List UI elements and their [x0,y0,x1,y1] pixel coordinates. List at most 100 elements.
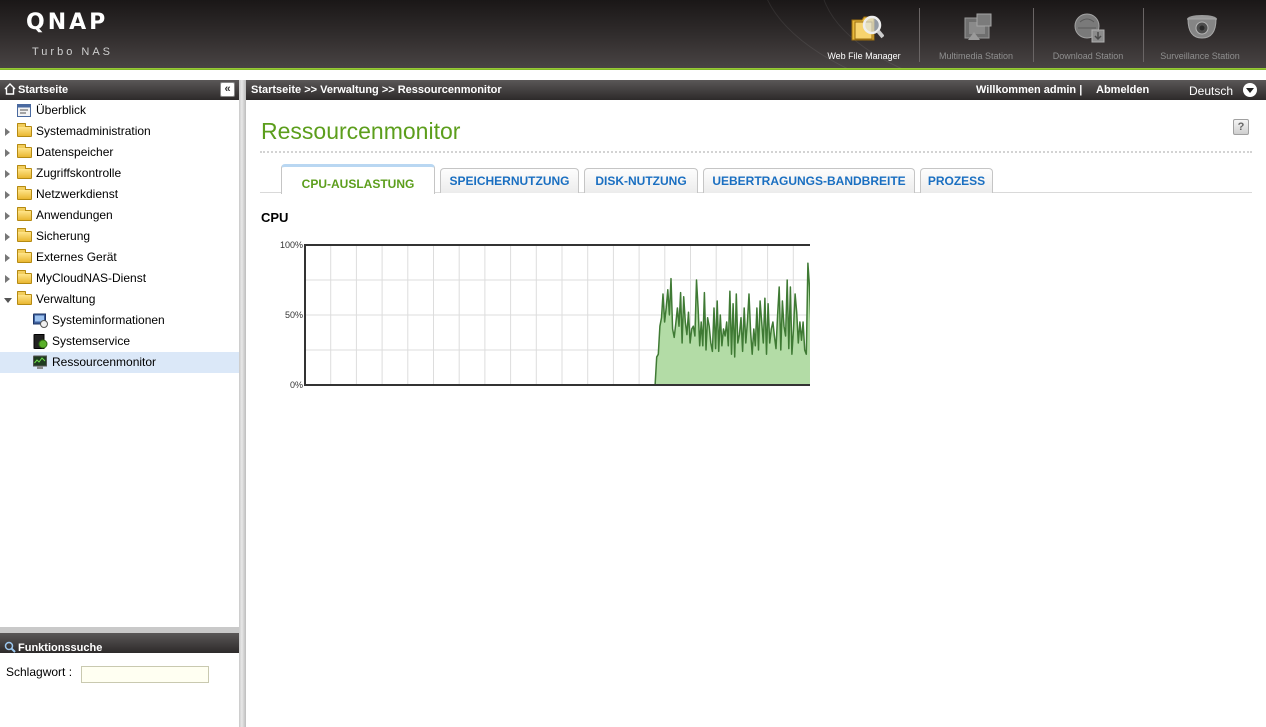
folder-icon [17,270,32,284]
tab-cpu-auslastung[interactable]: CPU-AUSLASTUNG [281,164,435,194]
logout-link[interactable]: Abmelden [1096,80,1149,100]
system-info-icon [33,313,48,328]
tree-item-label: Datenspeicher [36,145,114,159]
web-file-manager-icon [851,15,884,41]
title-divider [260,151,1252,153]
tree-item-netzwerkdienst[interactable]: Netzwerkdienst [0,184,239,205]
expand-arrow-icon[interactable] [5,191,10,199]
tab-uebertragungs-bandbreite[interactable]: UEBERTRAGUNGS-BANDBREITE [703,168,915,193]
sidebar-splitter[interactable] [239,80,246,727]
folder-open-icon [17,291,32,305]
tree-item-label: Systemservice [52,334,131,348]
home-icon [4,83,16,95]
collapse-arrow-icon[interactable] [4,298,12,303]
header-separator: | [1079,84,1083,96]
tree-item-sicherung[interactable]: Sicherung [0,226,239,247]
tree-item-label: Überblick [36,103,87,117]
tree-item-mycloudnas-dienst[interactable]: MyCloudNAS-Dienst [0,268,239,289]
tree-item-label: Netzwerkdienst [36,187,119,201]
header-bar: Startseite >> Verwaltung >> Ressourcenmo… [246,80,1266,100]
download-station-button[interactable]: Download Station [1038,6,1138,64]
y-tick-label: 0% [290,380,303,390]
web-file-manager-label: Web File Manager [827,51,901,61]
welcome-text: Willkommen admin | [976,80,1082,100]
turbo-nas-subtitle: Turbo NAS [32,46,114,58]
y-tick-label: 50% [285,310,303,320]
cpu-usage-chart: 0% 50% 100% [280,240,810,390]
keyword-label: Schlagwort : [6,665,73,679]
tree-item-systeminformationen[interactable]: Systeminformationen [0,310,239,331]
tree-item-label: Zugriffskontrolle [36,166,122,180]
keyword-input[interactable] [81,666,209,683]
tree-item-ressourcenmonitor[interactable]: Ressourcenmonitor [0,352,239,373]
resource-monitor-icon [33,355,47,369]
app-separator [1143,8,1144,62]
download-station-label: Download Station [1052,51,1124,61]
expand-arrow-icon[interactable] [5,212,10,220]
banner-accent-bar [0,68,1266,70]
qnap-logo: QNAP [26,10,109,35]
tab-disk-nutzung[interactable]: DISK-NUTZUNG [584,168,698,193]
language-select[interactable]: Deutsch [1189,80,1233,102]
tab-prozess[interactable]: PROZESS [920,168,993,193]
function-search-title: Funktionssuche [18,642,103,654]
main-content: Startseite >> Verwaltung >> Ressourcenmo… [246,80,1266,727]
expand-arrow-icon[interactable] [5,170,10,178]
search-icon [4,641,16,653]
folder-icon [17,123,32,137]
tree-item-label: Anwendungen [36,208,113,222]
tree-item-externes-geraet[interactable]: Externes Gerät [0,247,239,268]
help-button[interactable]: ? [1233,119,1249,135]
function-search-panel: Funktionssuche Schlagwort : [0,627,239,727]
web-file-manager-button[interactable]: Web File Manager [814,6,914,64]
folder-icon [17,165,32,179]
tree-item-systemadministration[interactable]: Systemadministration [0,121,239,142]
collapse-sidebar-button[interactable]: « [220,82,235,97]
tree-item-systemservice[interactable]: Systemservice [0,331,239,352]
app-separator [919,8,920,62]
folder-icon [17,144,32,158]
tree-item-label: Ressourcenmonitor [52,355,157,369]
download-station-icon [1074,13,1105,43]
folder-icon [17,207,32,221]
surveillance-station-button[interactable]: Surveillance Station [1150,6,1250,64]
overview-icon [17,104,31,117]
folder-icon [17,249,32,263]
tree-item-label: Verwaltung [36,292,96,306]
multimedia-station-icon [964,13,992,40]
sidebar-header: Startseite « [0,80,239,100]
tree-item-datenspeicher[interactable]: Datenspeicher [0,142,239,163]
tree-item-verwaltung[interactable]: Verwaltung [0,289,239,310]
multimedia-station-label: Multimedia Station [938,51,1014,61]
tab-speichernutzung[interactable]: SPEICHERNUTZUNG [440,168,579,193]
tab-bar: CPU-AUSLASTUNG SPEICHERNUTZUNG DISK-NUTZ… [260,164,1252,194]
page-title: Ressourcenmonitor [261,118,461,144]
expand-arrow-icon[interactable] [5,275,10,283]
chevron-down-icon[interactable] [1243,83,1257,97]
tree-item-anwendungen[interactable]: Anwendungen [0,205,239,226]
top-banner: QNAP Turbo NAS Web File Manager Multimed… [0,0,1266,70]
tree-item-zugriffskontrolle[interactable]: Zugriffskontrolle [0,163,239,184]
system-service-icon [33,334,48,349]
cpu-section-heading: CPU [261,210,289,225]
folder-icon [17,186,32,200]
multimedia-station-button[interactable]: Multimedia Station [926,6,1026,64]
expand-arrow-icon[interactable] [5,233,10,241]
tree-item-label: Externes Gerät [36,250,117,264]
tree-item-label: MyCloudNAS-Dienst [36,271,147,285]
tree-item-label: Sicherung [36,229,91,243]
app-separator [1033,8,1034,62]
sidebar-title: Startseite [18,84,69,96]
tree-item-label: Systemadministration [36,124,151,138]
function-search-header: Funktionssuche [0,627,239,654]
expand-arrow-icon[interactable] [5,128,10,136]
expand-arrow-icon[interactable] [5,149,10,157]
surveillance-station-icon [1187,15,1217,39]
surveillance-station-label: Surveillance Station [1160,51,1240,61]
y-tick-label: 100% [280,240,303,250]
chart-y-ticks: 0% 50% 100% [280,240,303,390]
expand-arrow-icon[interactable] [5,254,10,262]
folder-icon [17,228,32,242]
tree-item-ueberblick[interactable]: Überblick [0,100,239,121]
breadcrumb[interactable]: Startseite >> Verwaltung >> Ressourcenmo… [251,80,502,100]
